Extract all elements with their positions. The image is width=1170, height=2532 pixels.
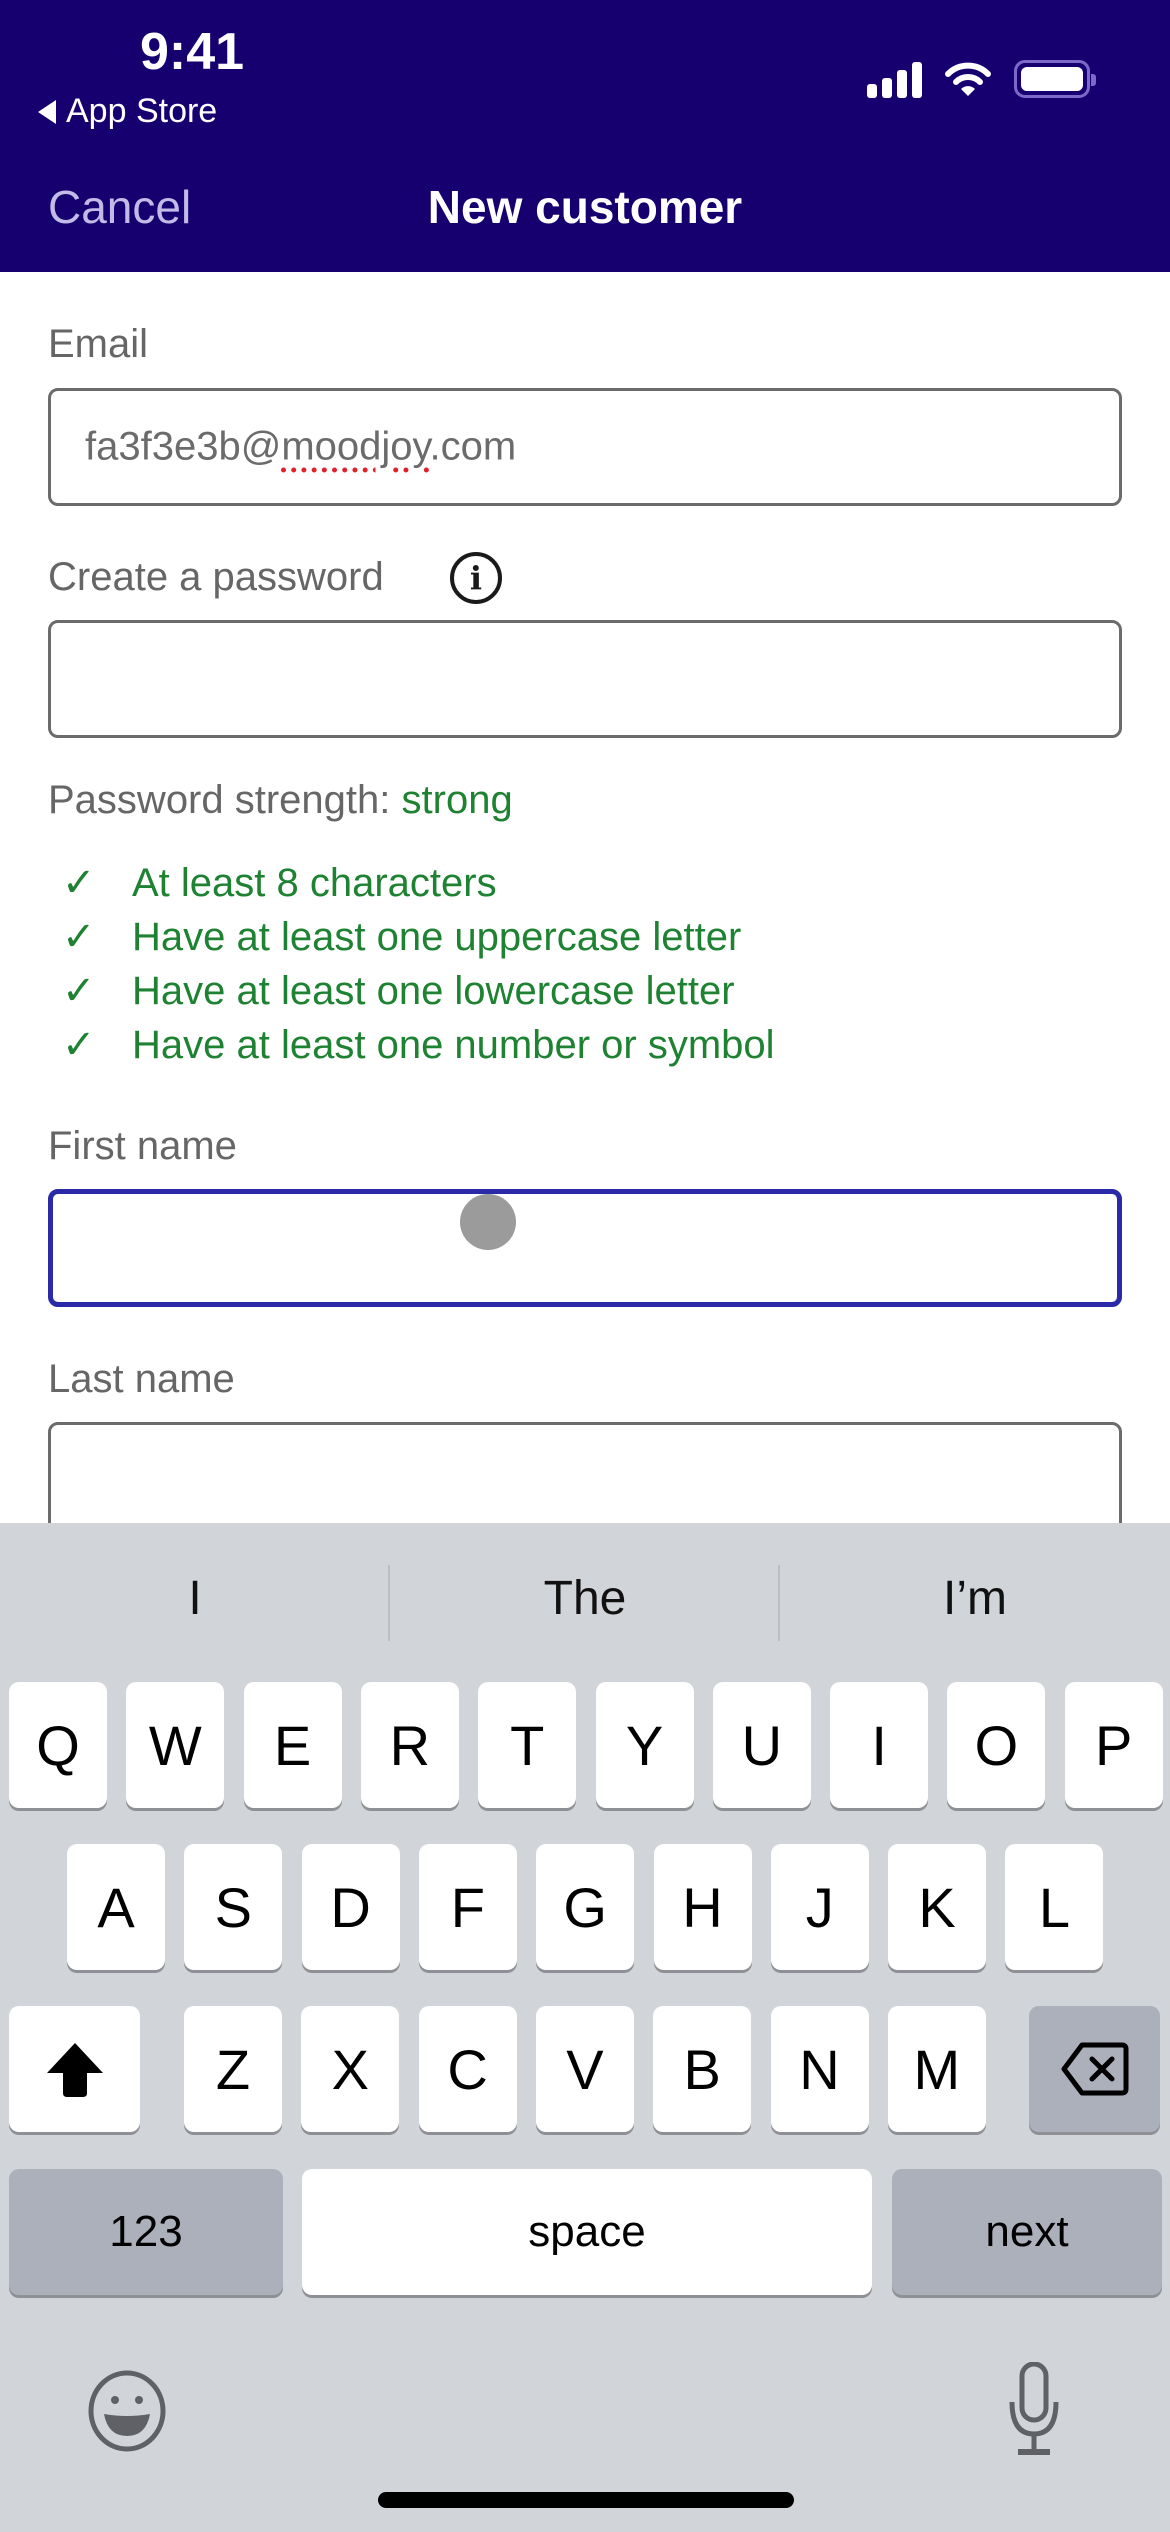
touch-indicator bbox=[460, 1194, 516, 1250]
cancel-button[interactable]: Cancel bbox=[48, 180, 191, 234]
next-key[interactable]: next bbox=[892, 2169, 1162, 2295]
requirement-text: Have at least one lowercase letter bbox=[132, 968, 735, 1013]
key-z[interactable]: Z bbox=[184, 2006, 282, 2132]
key-p[interactable]: P bbox=[1064, 1682, 1163, 1808]
checkmark-icon: ✓ bbox=[62, 861, 96, 905]
last-name-label: Last name bbox=[48, 1357, 235, 1401]
key-v[interactable]: V bbox=[535, 2006, 634, 2132]
key-g[interactable]: G bbox=[536, 1844, 635, 1970]
status-icons bbox=[867, 58, 1096, 98]
key-m[interactable]: M bbox=[887, 2006, 986, 2132]
info-icon[interactable]: i bbox=[450, 552, 502, 604]
requirement-item: ✓ At least 8 characters bbox=[62, 860, 497, 906]
delete-key[interactable] bbox=[1029, 2006, 1160, 2132]
key-o[interactable]: O bbox=[947, 1682, 1046, 1808]
keyboard: I The I’m Q W E R T Y U I O P A S D F G H J K L Z X C V B N M 123 s… bbox=[0, 1523, 1170, 2532]
emoji-icon[interactable] bbox=[86, 2370, 168, 2452]
password-strength-label: Password strength: bbox=[48, 778, 391, 822]
key-d[interactable]: D bbox=[301, 1844, 400, 1970]
status-time: 9:41 bbox=[140, 23, 245, 81]
key-r[interactable]: R bbox=[360, 1682, 459, 1808]
home-indicator bbox=[378, 2492, 794, 2508]
delete-icon bbox=[1061, 2042, 1128, 2096]
cellular-signal-icon bbox=[867, 60, 922, 98]
checkmark-icon: ✓ bbox=[62, 1023, 96, 1067]
requirement-text: Have at least one number or symbol bbox=[132, 1022, 775, 1067]
key-c[interactable]: C bbox=[418, 2006, 517, 2132]
shift-key[interactable] bbox=[9, 2006, 140, 2132]
key-e[interactable]: E bbox=[243, 1682, 342, 1808]
key-k[interactable]: K bbox=[888, 1844, 987, 1970]
key-j[interactable]: J bbox=[770, 1844, 869, 1970]
header: 9:41 App Store Cancel New customer bbox=[0, 0, 1170, 272]
key-l[interactable]: L bbox=[1005, 1844, 1104, 1970]
spellcheck-underline: moodjoy bbox=[281, 424, 430, 469]
numbers-key[interactable]: 123 bbox=[9, 2169, 283, 2295]
password-strength-value: strong bbox=[401, 778, 513, 822]
suggestion-2[interactable]: The bbox=[390, 1523, 780, 1673]
requirement-text: At least 8 characters bbox=[132, 860, 497, 905]
key-q[interactable]: Q bbox=[9, 1682, 107, 1808]
key-s[interactable]: S bbox=[184, 1844, 283, 1970]
space-key[interactable]: space bbox=[302, 2169, 872, 2295]
key-u[interactable]: U bbox=[712, 1682, 811, 1808]
checkmark-icon: ✓ bbox=[62, 915, 96, 959]
key-a[interactable]: A bbox=[67, 1844, 165, 1970]
suggestion-1[interactable]: I bbox=[0, 1523, 390, 1673]
email-value: fa3f3e3b@moodjoy.com bbox=[85, 424, 517, 469]
back-app-label: App Store bbox=[66, 92, 218, 130]
password-strength: Password strength: strong bbox=[48, 778, 513, 823]
key-x[interactable]: X bbox=[301, 2006, 400, 2132]
key-i[interactable]: I bbox=[830, 1682, 929, 1808]
key-h[interactable]: H bbox=[653, 1844, 752, 1970]
requirement-text: Have at least one uppercase letter bbox=[132, 914, 742, 959]
suggestion-3[interactable]: I’m bbox=[780, 1523, 1170, 1673]
requirement-item: ✓ Have at least one uppercase letter bbox=[62, 914, 741, 960]
email-label: Email bbox=[48, 322, 149, 366]
first-name-field[interactable] bbox=[48, 1189, 1122, 1307]
key-y[interactable]: Y bbox=[595, 1682, 694, 1808]
first-name-label: First name bbox=[48, 1124, 237, 1168]
microphone-icon[interactable] bbox=[1008, 2362, 1060, 2458]
password-label: Create a password bbox=[48, 555, 384, 599]
back-to-app-store[interactable]: App Store bbox=[38, 92, 217, 131]
requirement-item: ✓ Have at least one number or symbol bbox=[62, 1022, 775, 1068]
key-w[interactable]: W bbox=[126, 1682, 225, 1808]
shift-icon bbox=[46, 2043, 103, 2097]
battery-icon bbox=[1014, 60, 1096, 98]
back-triangle-icon bbox=[38, 99, 56, 124]
key-t[interactable]: T bbox=[478, 1682, 577, 1808]
email-field[interactable]: fa3f3e3b@moodjoy.com bbox=[48, 388, 1122, 506]
checkmark-icon: ✓ bbox=[62, 969, 96, 1013]
password-field[interactable] bbox=[48, 620, 1122, 738]
key-n[interactable]: N bbox=[770, 2006, 869, 2132]
wifi-icon bbox=[945, 62, 991, 96]
requirement-item: ✓ Have at least one lowercase letter bbox=[62, 968, 735, 1014]
key-b[interactable]: B bbox=[653, 2006, 752, 2132]
key-f[interactable]: F bbox=[418, 1844, 517, 1970]
